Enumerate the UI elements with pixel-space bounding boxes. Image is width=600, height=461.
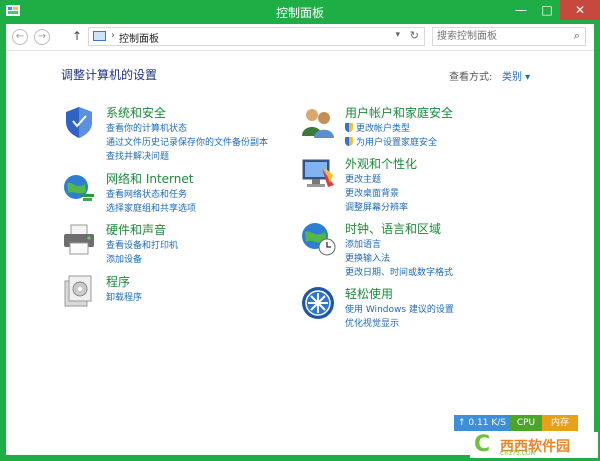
group-title[interactable]: 用户帐户和家庭安全 xyxy=(345,104,453,121)
window-controls: — □ ✕ xyxy=(508,0,600,20)
watermark-c-icon: C xyxy=(474,432,491,457)
group-title[interactable]: 外观和个性化 xyxy=(345,155,417,172)
search-icon[interactable]: ⌕ xyxy=(574,29,580,43)
link-add-device[interactable]: 添加设备 xyxy=(106,252,142,265)
link-label: 更改帐户类型 xyxy=(356,124,411,134)
clock-globe-icon[interactable] xyxy=(300,220,336,256)
view-by-label: 查看方式: xyxy=(449,72,493,83)
link-optimize-visual-display[interactable]: 优化视觉显示 xyxy=(345,316,399,329)
breadcrumb-control-panel[interactable]: 控制面板 xyxy=(119,30,159,45)
watermark-logo: C 西西软件园 CR173.COM xyxy=(470,432,598,458)
control-panel-icon xyxy=(93,31,106,41)
cpu-indicator: CPU xyxy=(510,415,542,431)
uac-shield-icon xyxy=(345,137,353,146)
close-button[interactable]: ✕ xyxy=(560,0,600,20)
link-file-history-backup[interactable]: 通过文件历史记录保存你的文件备份副本 xyxy=(106,135,268,148)
search-box[interactable]: ⌕ xyxy=(432,27,586,46)
navigation-bar: ← → ↑ › 控制面板 ▾ ↻ ⌕ xyxy=(6,24,594,51)
system-monitor-widget[interactable]: ↑ 0.11 K/S CPU 内存 xyxy=(454,415,578,431)
users-icon[interactable] xyxy=(300,104,336,140)
memory-indicator: 内存 xyxy=(542,415,578,431)
group-title[interactable]: 系统和安全 xyxy=(106,104,166,121)
link-desktop-background[interactable]: 更改桌面背景 xyxy=(345,186,399,199)
link-change-input-method[interactable]: 更换输入法 xyxy=(345,251,390,264)
link-date-time-format[interactable]: 更改日期、时间或数字格式 xyxy=(345,265,453,278)
link-recommended-settings[interactable]: 使用 Windows 建议的设置 xyxy=(345,302,454,315)
address-bar[interactable]: › 控制面板 ▾ ↻ xyxy=(88,27,425,46)
up-button[interactable]: ↑ xyxy=(72,29,82,43)
search-input[interactable] xyxy=(437,29,563,44)
link-change-account-type[interactable]: 更改帐户类型 xyxy=(345,121,410,134)
minimize-button[interactable]: — xyxy=(508,0,534,20)
view-category-dropdown[interactable]: 类别 ▾ xyxy=(502,68,530,83)
link-troubleshoot[interactable]: 查找并解决问题 xyxy=(106,149,169,162)
content-area: ← → ↑ › 控制面板 ▾ ↻ ⌕ 调整计算机的设置 查看方式: 类别 ▾ xyxy=(6,24,594,455)
watermark-site: CR173.COM xyxy=(500,450,536,457)
network-speed: ↑ 0.11 K/S xyxy=(454,415,510,431)
link-view-computer-status[interactable]: 查看你的计算机状态 xyxy=(106,121,187,134)
link-devices-printers[interactable]: 查看设备和打印机 xyxy=(106,238,178,251)
link-add-language[interactable]: 添加语言 xyxy=(345,237,381,250)
uac-shield-icon xyxy=(345,123,353,132)
group-title[interactable]: 程序 xyxy=(106,273,130,290)
back-button[interactable]: ← xyxy=(12,29,28,45)
breadcrumb-separator[interactable]: › xyxy=(111,30,115,41)
link-change-theme[interactable]: 更改主题 xyxy=(345,172,381,185)
ease-of-access-icon[interactable] xyxy=(300,285,336,321)
forward-button[interactable]: → xyxy=(34,29,50,45)
network-globe-icon[interactable] xyxy=(61,170,97,206)
refresh-icon[interactable]: ↻ xyxy=(410,29,419,42)
printer-icon[interactable] xyxy=(61,221,97,257)
group-title[interactable]: 时钟、语言和区域 xyxy=(345,220,441,237)
group-title[interactable]: 轻松使用 xyxy=(345,285,393,302)
link-label: 为用户设置家庭安全 xyxy=(356,138,438,148)
link-screen-resolution[interactable]: 调整屏幕分辨率 xyxy=(345,200,408,213)
title-bar[interactable]: 控制面板 — □ ✕ xyxy=(0,0,600,24)
maximize-button[interactable]: □ xyxy=(534,0,560,20)
shield-icon[interactable] xyxy=(61,104,97,140)
appearance-icon[interactable] xyxy=(300,155,336,191)
link-network-status[interactable]: 查看网络状态和任务 xyxy=(106,187,187,200)
link-homegroup-sharing[interactable]: 选择家庭组和共享选项 xyxy=(106,201,196,214)
control-panel-window: 控制面板 — □ ✕ ← → ↑ › 控制面板 ▾ ↻ ⌕ 调整计算机的设置 查… xyxy=(0,0,600,461)
chevron-down-icon[interactable]: ▾ xyxy=(395,30,400,40)
link-family-safety[interactable]: 为用户设置家庭安全 xyxy=(345,135,437,148)
link-uninstall-program[interactable]: 卸载程序 xyxy=(106,290,142,303)
page-title: 调整计算机的设置 xyxy=(61,68,158,82)
group-title[interactable]: 网络和 Internet xyxy=(106,170,193,187)
programs-icon[interactable] xyxy=(61,273,97,309)
group-title[interactable]: 硬件和声音 xyxy=(106,221,166,238)
